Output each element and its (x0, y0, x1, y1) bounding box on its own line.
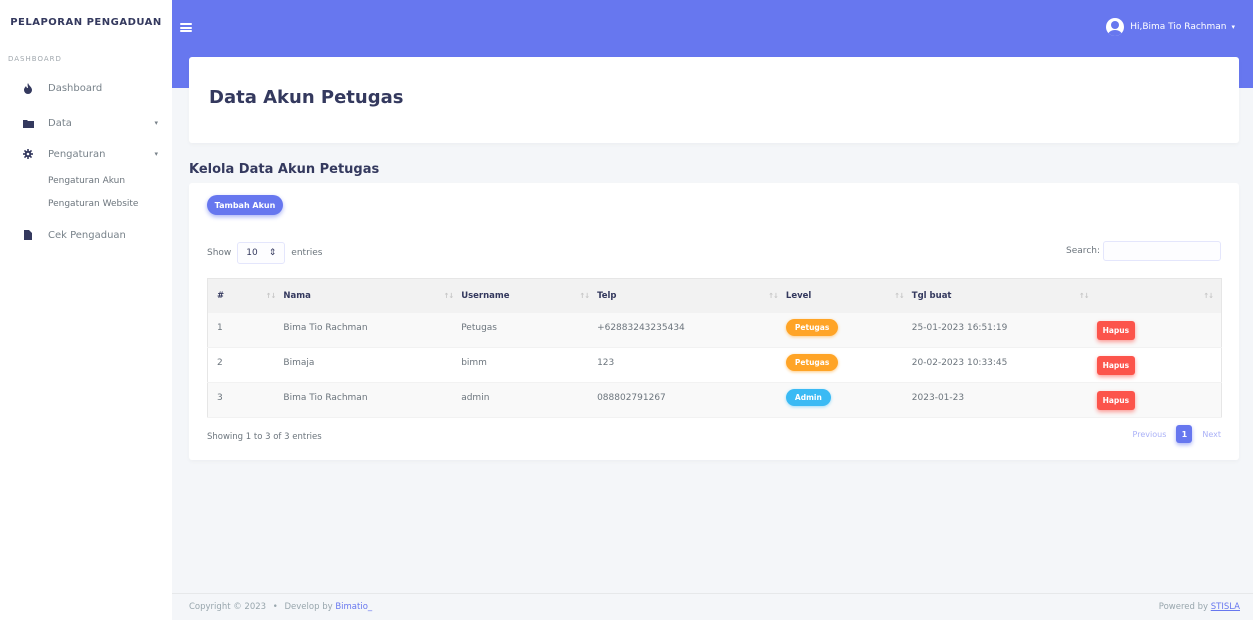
footer-powered: Powered by STISLA (1158, 602, 1240, 612)
sidebar-item-label: Data (48, 117, 72, 129)
sort-icon: ↑↓ (265, 292, 277, 300)
sidebar-item-label: Cek Pengaduan (48, 229, 126, 241)
developer-link[interactable]: Bimatio_ (335, 602, 372, 612)
chevron-down-icon: ▾ (154, 150, 158, 158)
cell-no: 1 (207, 312, 284, 348)
entries-label: entries (291, 248, 323, 258)
sort-icon: ↑↓ (1078, 292, 1090, 300)
accounts-table: # ↑↓ Nama ↑↓ Username ↑↓ Telp ↑↓ Level ↑↓ Tgl… (207, 278, 1222, 418)
cell-no: 3 (207, 382, 284, 418)
cell-telp: 088802791267 (597, 382, 786, 418)
footer: Copyright © 2023 • Develop by Bimatio_ P… (172, 593, 1253, 620)
add-account-button[interactable]: Tambah Akun (207, 195, 283, 215)
avatar (1106, 18, 1125, 36)
cell-nama: Bima Tio Rachman (283, 312, 462, 348)
sidebar-item-label: Pengaturan (48, 148, 106, 160)
cell-action: Hapus (1096, 382, 1222, 418)
previous-page-button[interactable]: Previous (1133, 430, 1167, 439)
data-card: Tambah Akun Show 10 ⇕ entries Search: # ↑… (189, 183, 1239, 460)
sidebar-subitem-pengaturan-akun[interactable]: Pengaturan Akun (48, 176, 125, 186)
column-header-tgl-buat[interactable]: Tgl buat ↑↓ (912, 279, 1097, 313)
show-label: Show (207, 248, 232, 258)
table-info: Showing 1 to 3 of 3 entries (207, 432, 322, 442)
user-dropdown[interactable]: Hi,Bima Tio Rachman ▾ (1106, 18, 1235, 36)
section-title: Kelola Data Akun Petugas (189, 162, 380, 177)
column-header-action[interactable]: ↑↓ (1097, 279, 1222, 313)
file-icon (22, 230, 34, 240)
sidebar-subitem-pengaturan-website[interactable]: Pengaturan Website (48, 199, 138, 209)
hamburger-menu-icon[interactable] (180, 23, 192, 32)
table-header-row: # ↑↓ Nama ↑↓ Username ↑↓ Telp ↑↓ Level ↑↓ Tgl… (207, 278, 1222, 313)
cell-username: Petugas (461, 312, 598, 348)
sort-icon: ↑↓ (1203, 292, 1214, 300)
delete-button[interactable]: Hapus (1096, 320, 1136, 340)
pagination: Previous 1 Next (1133, 425, 1221, 443)
cell-tgl-buat: 2023-01-23 (911, 382, 1097, 418)
sort-icon: ↑↓ (894, 292, 905, 300)
cell-telp: +62883243235434 (597, 312, 786, 348)
user-greeting: Hi,Bima Tio Rachman (1130, 22, 1227, 32)
column-header-telp[interactable]: Telp ↑↓ (597, 279, 786, 313)
entries-value: 10 (246, 248, 258, 258)
cell-tgl-buat: 20-02-2023 10:33:45 (911, 347, 1097, 383)
column-header-level[interactable]: Level ↑↓ (786, 279, 912, 313)
sidebar-item-label: Dashboard (48, 82, 103, 94)
cell-action: Hapus (1096, 347, 1222, 383)
chevron-down-icon: ▾ (154, 119, 158, 127)
search-control: Search: (1066, 241, 1221, 261)
chevron-down-icon: ▾ (1231, 23, 1235, 31)
entries-length-control: Show 10 ⇕ entries (207, 242, 323, 264)
delete-button[interactable]: Hapus (1096, 356, 1136, 375)
cell-telp: 123 (597, 347, 786, 383)
table-row: 2 Bimaja bimm 123 Petugas 20-02-2023 10:… (207, 347, 1222, 383)
level-badge: Admin (785, 389, 831, 406)
sidebar-item-dashboard[interactable]: Dashboard (0, 79, 172, 97)
cell-no: 2 (207, 347, 284, 383)
cell-username: admin (461, 382, 598, 418)
cell-username: bimm (461, 347, 598, 383)
cell-level: Petugas (785, 312, 912, 348)
gear-icon (22, 149, 34, 159)
next-page-button[interactable]: Next (1202, 430, 1221, 439)
stisla-link[interactable]: STISLA (1211, 602, 1240, 612)
sidebar-item-data[interactable]: Data ▾ (0, 114, 172, 132)
fire-icon (22, 82, 34, 94)
sidebar: PELAPORAN PENGADUAN DASHBOARD Dashboard … (0, 0, 172, 620)
column-header-no[interactable]: # ↑↓ (208, 279, 284, 313)
column-header-username[interactable]: Username ↑↓ (461, 279, 597, 313)
column-header-nama[interactable]: Nama ↑↓ (283, 279, 461, 313)
sidebar-item-cek-pengaduan[interactable]: Cek Pengaduan (0, 226, 172, 244)
table-row: 3 Bima Tio Rachman admin 088802791267 Ad… (207, 382, 1222, 418)
table-row: 1 Bima Tio Rachman Petugas +628832432354… (207, 312, 1222, 348)
page-header: Data Akun Petugas (189, 57, 1239, 143)
cell-level: Admin (785, 382, 912, 418)
cell-tgl-buat: 25-01-2023 16:51:19 (911, 312, 1097, 348)
bullet-separator: • (272, 602, 278, 612)
level-badge: Petugas (785, 318, 839, 336)
entries-select[interactable]: 10 ⇕ (237, 242, 286, 264)
search-input[interactable] (1103, 241, 1221, 261)
sidebar-item-pengaturan[interactable]: Pengaturan ▾ (0, 145, 172, 163)
page-title: Data Akun Petugas (209, 87, 404, 108)
brand-title[interactable]: PELAPORAN PENGADUAN (0, 0, 172, 50)
page-button-1[interactable]: 1 (1176, 425, 1193, 443)
cell-nama: Bima Tio Rachman (283, 382, 462, 418)
sort-icon: ↑↓ (443, 292, 454, 300)
sort-icon: ↑↓ (579, 292, 590, 300)
cell-action: Hapus (1096, 312, 1222, 348)
folder-icon (22, 119, 34, 128)
cell-nama: Bimaja (283, 347, 462, 383)
search-label: Search: (1066, 246, 1100, 256)
select-arrows-icon: ⇕ (268, 248, 277, 258)
delete-button[interactable]: Hapus (1096, 391, 1136, 410)
level-badge: Petugas (785, 354, 839, 371)
cell-level: Petugas (785, 347, 912, 383)
sort-icon: ↑↓ (768, 292, 779, 300)
footer-copyright: Copyright © 2023 • Develop by Bimatio_ (189, 602, 373, 612)
menu-header: DASHBOARD (8, 55, 62, 63)
